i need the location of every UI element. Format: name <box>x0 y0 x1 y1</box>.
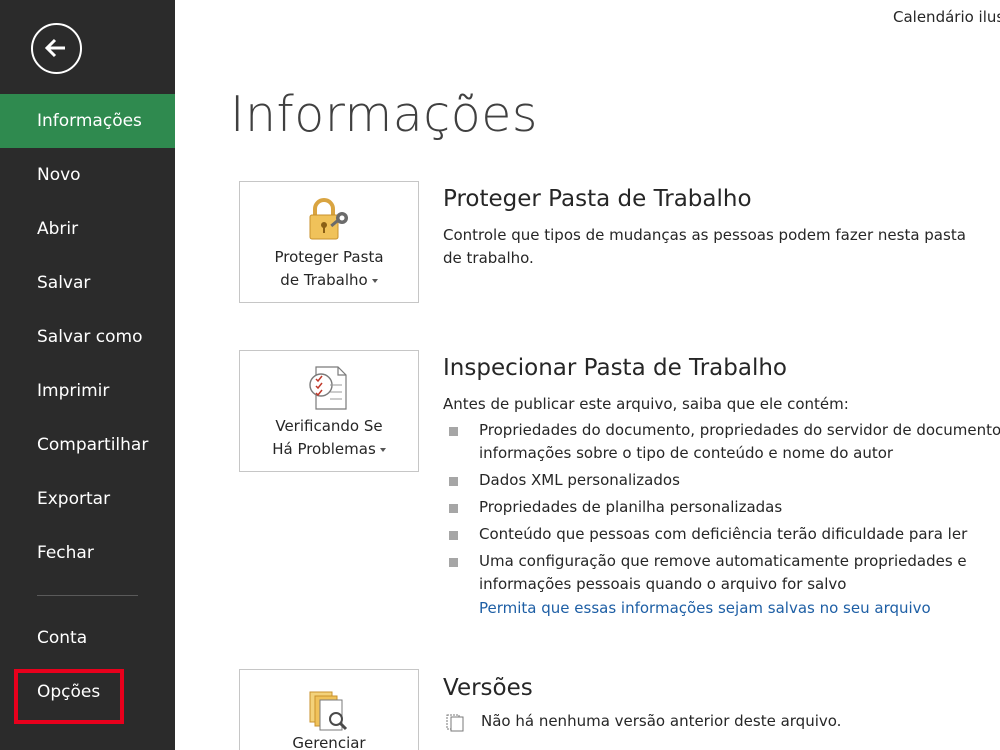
nav-item-compartilhar[interactable]: Compartilhar <box>0 418 175 472</box>
nav-item-exportar[interactable]: Exportar <box>0 472 175 526</box>
bullet-icon <box>449 504 458 513</box>
nav-item-conta[interactable]: Conta <box>0 611 175 665</box>
opcoes-highlight-box <box>14 669 124 724</box>
chevron-down-icon <box>379 447 386 452</box>
bullet-icon <box>449 477 458 486</box>
allow-save-info-link[interactable]: Permita que essas informações sejam salv… <box>479 599 931 617</box>
manage-versions-label: Gerenciar <box>292 734 366 750</box>
document-title: Calendário ilus <box>893 8 1000 26</box>
backstage-sidebar: Informações Novo Abrir Salvar Salvar com… <box>0 0 175 750</box>
list-item: Dados XML personalizados <box>449 469 1000 492</box>
nav-item-informacoes[interactable]: Informações <box>0 94 175 148</box>
bullet-icon <box>449 531 458 540</box>
nav-item-novo[interactable]: Novo <box>0 148 175 202</box>
check-for-issues-label: Verificando Se Há Problemas <box>240 415 418 461</box>
back-arrow-icon <box>44 38 65 58</box>
bullet-icon <box>449 427 458 436</box>
inspect-heading: Inspecionar Pasta de Trabalho <box>443 355 787 381</box>
protect-workbook-button[interactable]: Proteger Pasta de Trabalho <box>239 181 419 303</box>
nav-item-imprimir[interactable]: Imprimir <box>0 364 175 418</box>
list-item: Uma configuração que remove automaticame… <box>449 550 1000 596</box>
versions-icon <box>309 691 348 731</box>
page-title: Informações <box>230 86 538 143</box>
manage-versions-button[interactable]: Gerenciar <box>239 669 419 750</box>
sidebar-divider <box>37 595 138 596</box>
check-for-issues-button[interactable]: Verificando Se Há Problemas <box>239 350 419 472</box>
chevron-down-icon <box>371 278 378 283</box>
list-item: Propriedades do documento, propriedades … <box>449 419 1000 465</box>
checklist-icon <box>309 366 347 410</box>
list-item: Propriedades de planilha personalizadas <box>449 496 1000 519</box>
inspect-intro: Antes de publicar este arquivo, saiba qu… <box>443 395 849 413</box>
list-item: Conteúdo que pessoas com deficiência ter… <box>449 523 1000 546</box>
nav-item-abrir[interactable]: Abrir <box>0 202 175 256</box>
versions-heading: Versões <box>443 675 533 701</box>
protect-workbook-label: Proteger Pasta de Trabalho <box>274 248 384 289</box>
back-button[interactable] <box>31 23 82 74</box>
nav-item-salvar-como[interactable]: Salvar como <box>0 310 175 364</box>
lock-key-icon <box>309 198 348 240</box>
protect-heading: Proteger Pasta de Trabalho <box>443 186 752 212</box>
document-versions-icon <box>446 714 464 732</box>
nav-item-fechar[interactable]: Fechar <box>0 526 175 580</box>
bullet-icon <box>449 558 458 567</box>
protect-description: Controle que tipos de mudanças as pessoa… <box>443 226 966 267</box>
nav-item-salvar[interactable]: Salvar <box>0 256 175 310</box>
